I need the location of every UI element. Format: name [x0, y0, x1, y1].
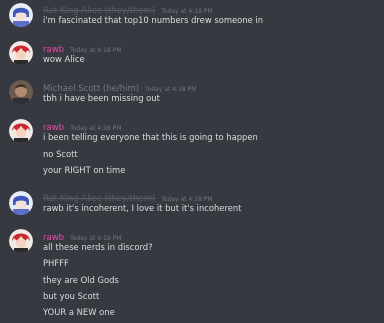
rawb-avatar[interactable] [9, 229, 33, 253]
rawb-avatar-icon [9, 41, 33, 65]
message-text: wow Alice [43, 54, 85, 64]
alice-avatar-icon [9, 191, 33, 215]
message-text: rawb it's incoherent, I love it but it's… [43, 203, 242, 213]
message-text: YOUR a NEW one [43, 307, 115, 317]
message-text: but you Scott [43, 291, 100, 301]
message-text: i'm fascinated that top10 numbers drew s… [43, 15, 264, 25]
rawb-avatar-icon [9, 229, 33, 253]
alice-avatar[interactable] [9, 191, 33, 215]
message-text: PHFFF [43, 258, 69, 268]
alice-avatar-icon [9, 3, 33, 27]
message-text: tbh i have been missing out [43, 93, 160, 103]
michael-avatar[interactable] [9, 80, 33, 104]
message-text: i been telling everyone that this is goi… [43, 132, 258, 142]
chat-message-list: Rat King Alice (they/them) Today at 4:18 … [0, 0, 384, 323]
rawb-avatar-icon [9, 119, 33, 143]
rawb-avatar[interactable] [9, 41, 33, 65]
message-text: all these nerds in discord? [43, 242, 153, 252]
message-text: no Scott [43, 149, 78, 159]
alice-avatar[interactable] [9, 3, 33, 27]
michael-avatar-icon [9, 80, 33, 104]
message-text: your RIGHT on time [43, 165, 126, 175]
rawb-avatar[interactable] [9, 119, 33, 143]
message-text: they are Old Gods [43, 275, 119, 285]
